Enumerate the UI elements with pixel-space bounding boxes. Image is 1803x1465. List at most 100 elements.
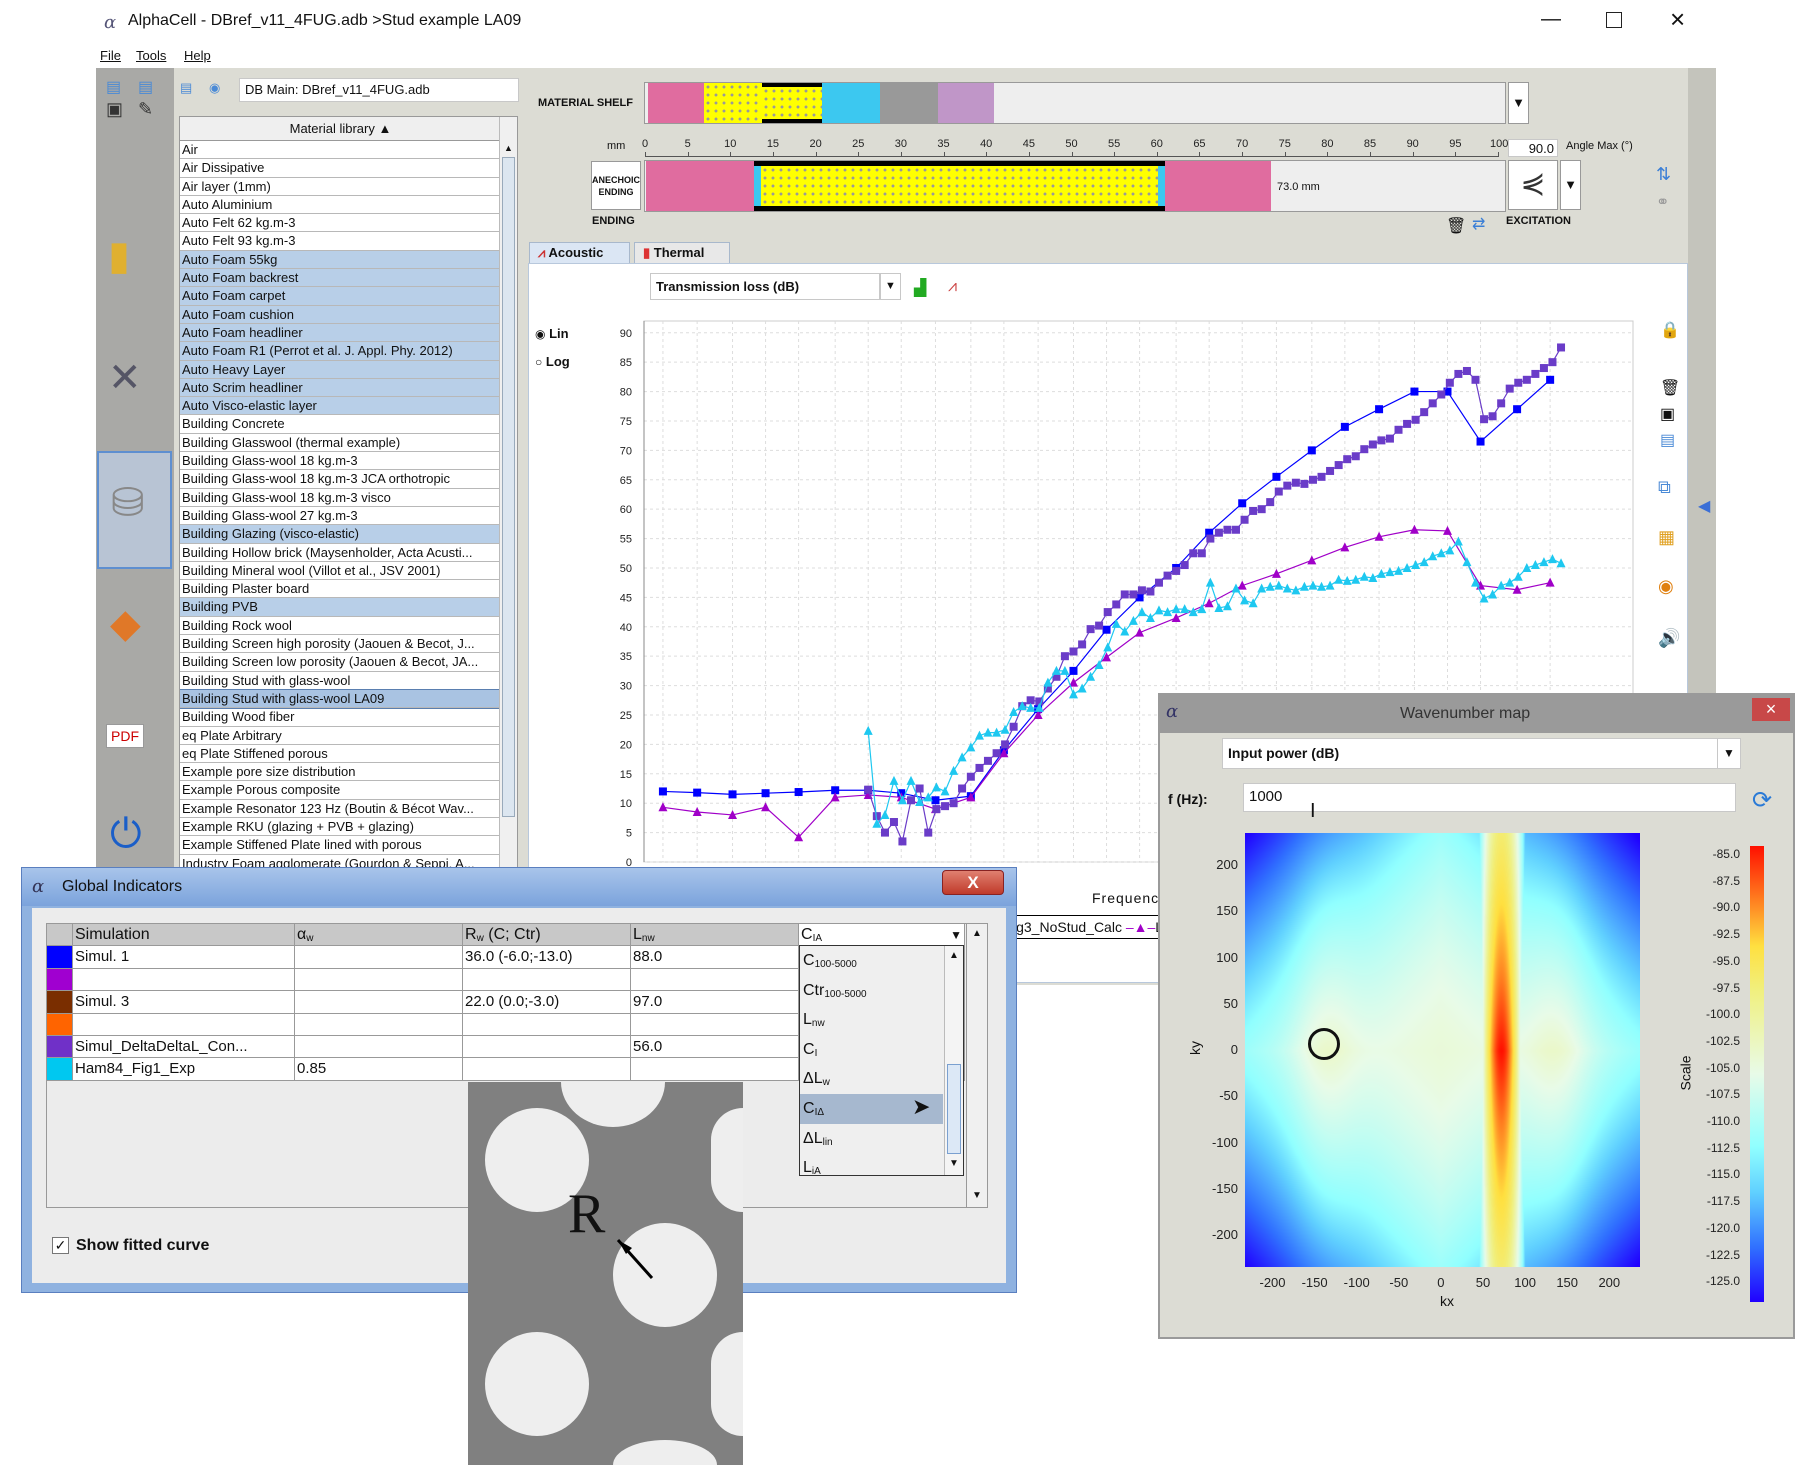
data-point — [1307, 446, 1316, 455]
data-point — [1238, 499, 1247, 508]
dropdown-scroll-up-icon[interactable]: ▲ — [949, 950, 959, 961]
data-point — [941, 802, 950, 811]
table-column-header[interactable] — [47, 924, 73, 947]
global-indicators-titlebar[interactable]: α Global Indicators X — [22, 868, 1016, 906]
header-sub: w — [476, 933, 484, 944]
data-point — [1326, 466, 1335, 475]
kx-tick-label: -50 — [1389, 1275, 1409, 1290]
data-point — [1300, 479, 1309, 488]
wn-quantity-select[interactable]: Input power (dB) — [1222, 738, 1718, 769]
table-cell-lnw — [631, 1058, 799, 1081]
colorbar-tick-label: -102.5 — [1705, 1033, 1740, 1048]
data-point — [1317, 472, 1326, 481]
ky-tick-label: 200 — [1216, 857, 1238, 872]
data-point — [1488, 412, 1497, 421]
delete-curve-icon[interactable]: 🗑 — [1660, 378, 1680, 398]
wn-close-button[interactable]: × — [1752, 698, 1790, 721]
freq-input[interactable]: 1000 — [1243, 783, 1736, 812]
series-color-swatch[interactable] — [47, 991, 73, 1014]
table-cell-rw: 22.0 (0.0;-3.0) — [463, 991, 631, 1014]
header-main: α — [297, 926, 307, 943]
table-scrollbar[interactable]: ▲ ▼ — [966, 923, 988, 1208]
data-point — [1189, 549, 1198, 558]
table-cell-aw — [295, 1013, 463, 1036]
data-point — [1351, 452, 1360, 461]
series-color-swatch[interactable] — [47, 1058, 73, 1081]
data-point — [1146, 587, 1155, 596]
wavenumber-heatmap[interactable] — [1245, 833, 1640, 1267]
dialog-title: Global Indicators — [62, 878, 183, 895]
colorbar-tick-label: -100.0 — [1705, 1007, 1740, 1022]
global-indicators-icon[interactable]: ▦ — [1658, 527, 1675, 548]
dropdown-option[interactable]: Ctr100-5000 — [800, 976, 943, 1006]
show-fitted-curve-checkbox[interactable]: ✓ — [52, 1237, 69, 1254]
data-point — [880, 828, 889, 837]
data-point — [966, 772, 975, 781]
dropdown-scrollbar[interactable]: ▲ ▼ — [944, 946, 963, 1175]
data-point — [1334, 461, 1343, 470]
legend-item-label: ig3_NoStud_Calc — [1013, 919, 1122, 935]
dropdown-scroll-down-icon[interactable]: ▼ — [949, 1158, 959, 1169]
header-sub: nw — [641, 933, 655, 944]
data-point — [1102, 625, 1111, 634]
dialog-close-button[interactable]: X — [942, 870, 1004, 895]
data-point — [1308, 475, 1317, 484]
wavenumber-titlebar[interactable]: α Wavenumber map × — [1160, 695, 1793, 733]
header-main: R — [465, 926, 477, 943]
table-cell-name: Simul. 1 — [73, 946, 295, 969]
colorbar-label: Scale — [1677, 1055, 1694, 1091]
data-point — [1394, 425, 1403, 434]
option-sub: 100-5000 — [824, 988, 867, 1000]
table-scroll-down-icon[interactable]: ▼ — [972, 1190, 982, 1201]
colorbar — [1750, 846, 1764, 1302]
wavenumber-map-icon[interactable]: ◉ — [1658, 576, 1674, 597]
data-point — [1069, 666, 1078, 675]
kx-tick-label: 200 — [1598, 1275, 1621, 1290]
save-curve-icon[interactable]: ▣ — [1660, 404, 1675, 424]
open-curve-icon[interactable]: ▤ — [1660, 430, 1675, 450]
table-scroll-up-icon[interactable]: ▲ — [972, 928, 982, 939]
series-color-swatch[interactable] — [47, 1036, 73, 1059]
table-column-header[interactable]: αw — [295, 924, 463, 947]
series-color-swatch[interactable] — [47, 968, 73, 992]
data-point — [1385, 434, 1394, 443]
table-column-header[interactable]: Simulation — [73, 924, 295, 947]
dropdown-option[interactable]: C100-5000 — [800, 946, 943, 976]
table-column-header[interactable]: CIA ▼ — [799, 924, 965, 947]
colorbar-tick-label: -90.0 — [1712, 900, 1740, 915]
table-cell-aw — [295, 946, 463, 969]
table-column-header[interactable]: Rw (C; Ctr) — [463, 924, 631, 947]
dropdown-option[interactable]: CI — [800, 1035, 943, 1065]
kx-tick-label: -200 — [1259, 1275, 1286, 1290]
marker-circle — [1308, 1028, 1340, 1060]
table-cell-rw — [463, 1013, 631, 1036]
freq-label: f (Hz): — [1168, 791, 1208, 807]
dropdown-scroll-thumb[interactable] — [947, 1064, 961, 1154]
wn-quantity-dropdown-arrow[interactable]: ▼ — [1717, 738, 1741, 769]
y-tick-label: 5 — [626, 828, 632, 840]
data-point — [1411, 415, 1420, 424]
data-point — [1476, 437, 1485, 446]
table-cell-aw — [295, 1036, 463, 1059]
lock-icon[interactable]: 🔒 — [1660, 320, 1680, 340]
perforated-plate-image: R — [468, 1082, 743, 1465]
option-main: ΔL — [803, 1129, 823, 1147]
dropdown-option[interactable]: ΔLlin — [800, 1124, 943, 1154]
data-point — [1360, 445, 1369, 454]
audio-icon[interactable]: 🔊 — [1658, 628, 1680, 649]
series-color-swatch[interactable] — [47, 946, 73, 969]
dropdown-option[interactable]: LiA — [800, 1153, 943, 1183]
series-color-swatch[interactable] — [47, 1013, 73, 1036]
wn-logo-icon: α — [1166, 701, 1179, 722]
export-icon[interactable]: ⧉ — [1658, 477, 1671, 498]
header-main: L — [633, 926, 642, 943]
table-column-header[interactable]: Lnw — [631, 924, 799, 947]
colorbar-tick-label: -120.0 — [1705, 1220, 1740, 1235]
ky-tick-label: -50 — [1219, 1088, 1238, 1104]
dropdown-option[interactable]: Lnw — [800, 1005, 943, 1035]
dropdown-option[interactable]: ΔLw — [800, 1064, 943, 1094]
refresh-icon[interactable]: ⟳ — [1752, 786, 1772, 815]
table-cell-lnw: 56.0 — [631, 1036, 799, 1059]
data-point — [1437, 390, 1446, 399]
column-dropdown-arrow-icon[interactable]: ▼ — [950, 924, 962, 945]
